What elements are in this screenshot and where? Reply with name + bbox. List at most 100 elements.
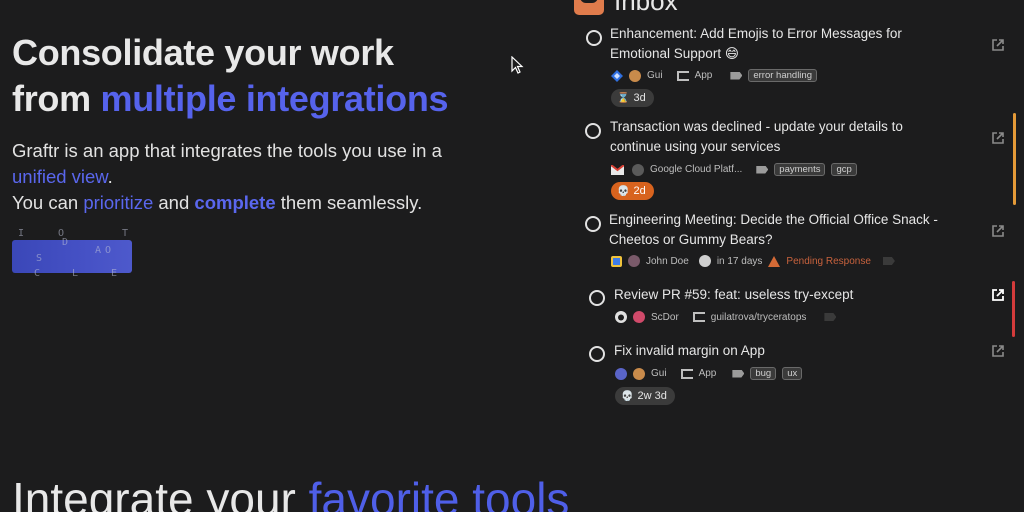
overdue-badge-label: 2d [633, 185, 646, 197]
priority-stripe [1013, 113, 1016, 205]
user-avatar [632, 163, 644, 176]
age-badge-label: 3d [633, 92, 646, 104]
unified-view-link[interactable]: unified view [12, 166, 108, 187]
inbox-header: Inbox [574, 0, 678, 17]
complete-checkbox[interactable] [585, 123, 601, 139]
task-status: Pending Response [786, 255, 871, 267]
task-item[interactable]: Review PR #59: feat: useless try-except … [589, 281, 1019, 337]
google-calendar-icon [611, 255, 622, 267]
task-item[interactable]: Transaction was declined - update your d… [585, 113, 1016, 205]
tag-icon [882, 257, 895, 265]
scramble-letter: E [111, 268, 118, 279]
inbox-tray-icon [574, 0, 604, 15]
scramble-letter: S [36, 253, 43, 264]
hero-desc-and: and [153, 192, 195, 213]
tag-icon [756, 165, 769, 174]
scramble-letter: T [122, 228, 129, 239]
user-avatar [629, 69, 641, 82]
section-title-plain: Integrate your [12, 473, 309, 512]
scramble-letter: L [72, 268, 79, 279]
scramble-letter: C [34, 268, 41, 279]
user-avatar [628, 255, 640, 267]
task-title[interactable]: Review PR #59: feat: useless try-except [614, 285, 954, 305]
task-item[interactable]: Fix invalid margin on App Gui App bug ux… [589, 341, 1019, 411]
cta-button-scrambled[interactable]: I O T D S A O C L E [12, 228, 134, 280]
integrations-section-title: Integrate your favorite tools [12, 472, 569, 512]
user-avatar [633, 311, 645, 323]
task-title[interactable]: Transaction was declined - update your d… [610, 117, 950, 157]
clock-icon [698, 255, 711, 267]
section-title-accent: favorite tools [308, 473, 570, 512]
user-avatar [633, 367, 645, 380]
tag-chip[interactable]: error handling [748, 69, 817, 82]
complete-checkbox[interactable] [586, 30, 602, 46]
task-project: App [698, 368, 717, 379]
task-item[interactable]: Engineering Meeting: Decide the Official… [585, 210, 1015, 280]
task-meta: John Doe in 17 days Pending Response [611, 255, 895, 267]
task-user: Gui [647, 70, 663, 81]
scramble-letter: I [18, 228, 25, 239]
task-item[interactable]: Enhancement: Add Emojis to Error Message… [585, 24, 1015, 110]
open-external-icon[interactable] [991, 288, 1005, 302]
skull-icon: 💀 [621, 390, 634, 402]
hero-desc-period: . [107, 166, 113, 187]
task-title[interactable]: Fix invalid margin on App [614, 341, 954, 361]
skull-icon: 💀 [617, 185, 630, 197]
task-project: App [694, 70, 713, 81]
tag-chip[interactable]: ux [782, 367, 803, 380]
hero-desc-text-2: You can [12, 192, 84, 213]
github-icon [615, 311, 627, 323]
tag-icon [730, 71, 743, 80]
task-meta: Gui App error handling [611, 69, 817, 82]
task-user: Gui [651, 368, 667, 379]
project-icon [680, 368, 693, 379]
hero: Consolidate your work from multiple inte… [12, 30, 532, 216]
scramble-letter: D [62, 237, 69, 248]
overdue-badge: 💀 2d [611, 182, 654, 200]
complete-checkbox[interactable] [589, 290, 605, 306]
hero-heading: Consolidate your work from multiple inte… [12, 30, 532, 122]
task-user: ScDor [651, 311, 679, 323]
project-icon [692, 312, 705, 322]
tag-icon [824, 313, 837, 321]
linear-icon [615, 367, 627, 380]
task-meta: ScDor guilatrova/tryceratops [615, 311, 837, 323]
scramble-letter: A [95, 245, 102, 256]
task-meta: Google Cloud Platf... payments gcp [611, 163, 857, 176]
tag-icon [732, 369, 745, 378]
tag-chip[interactable]: payments [774, 163, 826, 176]
open-external-icon[interactable] [991, 38, 1005, 52]
scramble-letter: O [105, 245, 112, 256]
task-due: in 17 days [716, 255, 763, 267]
hero-description: Graftr is an app that integrates the too… [12, 138, 532, 216]
prioritize-link[interactable]: prioritize [83, 192, 153, 213]
project-icon [676, 70, 689, 81]
hero-heading-accent: multiple integrations [100, 78, 449, 119]
task-title[interactable]: Enhancement: Add Emojis to Error Message… [610, 24, 950, 64]
hero-desc-end: them seamlessly. [275, 192, 423, 213]
mouse-cursor-icon [511, 56, 524, 74]
hourglass-icon: ⌛ [617, 92, 630, 104]
open-external-icon[interactable] [991, 224, 1005, 238]
complete-checkbox[interactable] [585, 216, 601, 232]
age-badge: ⌛ 3d [611, 89, 654, 107]
task-meta: Gui App bug ux [615, 367, 803, 380]
open-external-icon[interactable] [991, 344, 1005, 358]
tag-chip[interactable]: gcp [831, 163, 857, 176]
task-title[interactable]: Engineering Meeting: Decide the Official… [609, 210, 949, 250]
inbox-title: Inbox [614, 0, 678, 16]
age-badge-label: 2w 3d [637, 390, 667, 402]
jira-icon [611, 69, 623, 82]
hero-heading-line1: Consolidate your work [12, 32, 394, 73]
hero-desc-text: Graftr is an app that integrates the too… [12, 140, 442, 161]
hero-heading-line2: from [12, 78, 101, 119]
complete-checkbox[interactable] [589, 346, 605, 362]
task-project: guilatrova/tryceratops [710, 311, 807, 323]
open-external-icon[interactable] [991, 131, 1005, 145]
complete-link[interactable]: complete [194, 192, 275, 213]
warning-icon [768, 255, 781, 267]
task-user: Google Cloud Platf... [650, 164, 743, 175]
tag-chip[interactable]: bug [750, 367, 777, 380]
priority-stripe [1012, 281, 1015, 337]
age-badge: 💀 2w 3d [615, 387, 675, 405]
